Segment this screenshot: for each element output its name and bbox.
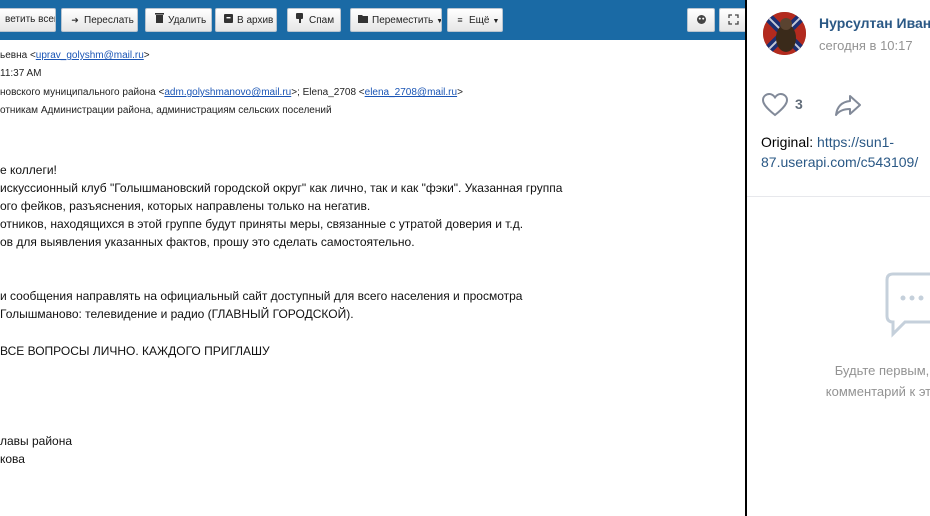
reply-all-label: ветить всем: [5, 14, 56, 25]
heart-icon: [761, 92, 789, 117]
forward-arrow-icon: ➜: [71, 15, 79, 25]
menu-lines-icon: ≡: [457, 15, 463, 25]
expand-button[interactable]: [719, 8, 745, 32]
post-time[interactable]: сегодня в 10:17: [819, 38, 913, 53]
avatar[interactable]: [763, 12, 806, 55]
mask-button[interactable]: [687, 8, 715, 32]
like-button[interactable]: [761, 92, 821, 118]
body-line: искуссионный клуб "Голышмановский городс…: [0, 181, 563, 195]
delete-label: Удалить: [168, 15, 207, 26]
mask-icon: [696, 14, 707, 25]
post-text: Original: https://sun1- 87.userapi.com/c…: [761, 132, 918, 172]
spam-button[interactable]: Спам: [287, 8, 341, 32]
mail-toolbar: ветить всем ➜ Переслать Удалить В архив С…: [0, 0, 745, 40]
archive-icon: [222, 9, 234, 31]
move-button[interactable]: Переместить▼: [350, 8, 442, 32]
original-link-continued[interactable]: 87.userapi.com/c543109/: [761, 152, 918, 172]
to-prefix: новского муниципального района <: [0, 87, 165, 98]
to-email-link-1[interactable]: adm.golyshmanovo@mail.ru: [164, 87, 291, 98]
forward-button[interactable]: ➜ Переслать: [61, 8, 138, 32]
empty-comments-line-1: Будьте первым,: [834, 363, 930, 378]
chevron-down-icon: ▼: [436, 18, 441, 25]
empty-comments-text: Будьте первым, комментарий к это: [747, 360, 930, 402]
body-line: ов для выявления указанных фактов, прошу…: [0, 235, 415, 249]
reply-all-button[interactable]: ветить всем: [0, 8, 56, 32]
folder-icon: [357, 9, 369, 31]
to-line: новского муниципального района <adm.goly…: [0, 87, 463, 98]
from-suffix: >: [143, 50, 150, 61]
body-line: кова: [0, 452, 25, 466]
subject-line: отникам Администрации района, администра…: [0, 105, 332, 116]
body-line: ВСЕ ВОПРОСЫ ЛИЧНО. КАЖДОГО ПРИГЛАШУ: [0, 344, 270, 358]
move-label: Переместить: [372, 15, 434, 26]
body-line: лавы района: [0, 434, 73, 448]
divider: [747, 196, 930, 197]
sent-time: 11:37 AM: [0, 68, 42, 79]
more-button[interactable]: ≡ Ещё ▼: [447, 8, 503, 32]
to-email-link-2[interactable]: elena_2708@mail.ru: [365, 87, 457, 98]
archive-label: В архив: [237, 15, 274, 26]
from-line: ьевна <uprav_golyshm@mail.ru>: [0, 50, 150, 61]
thumb-down-icon: [294, 9, 306, 31]
body-line: е коллеги!: [0, 163, 57, 177]
share-arrow-icon: [835, 95, 861, 116]
empty-comments-line-2: комментарий к это: [825, 384, 930, 399]
body-line: ого фейков, разъяснения, которых направл…: [0, 199, 371, 213]
trash-icon: [153, 9, 165, 31]
forward-label: Переслать: [84, 15, 134, 26]
expand-icon: [727, 14, 739, 25]
archive-button[interactable]: В архив: [215, 8, 277, 32]
to-suffix: >: [457, 87, 463, 98]
original-label: Original:: [761, 134, 818, 150]
body-line: отников, находящихся в этой группе будут…: [0, 217, 524, 231]
share-button[interactable]: [833, 92, 865, 118]
original-line-1: Original: https://sun1-: [761, 132, 918, 152]
like-count: 3: [795, 96, 803, 112]
vk-post-panel: Нурсултан Иван сегодня в 10:17 3 Origina…: [747, 0, 930, 516]
spam-label: Спам: [309, 15, 335, 26]
chevron-down-icon: ▼: [492, 18, 500, 25]
more-label: Ещё: [469, 15, 490, 26]
body-line: и сообщения направлять на официальный са…: [0, 289, 523, 303]
email-screenshot: ветить всем ➜ Переслать Удалить В архив С…: [0, 0, 745, 516]
post-author[interactable]: Нурсултан Иван: [819, 15, 930, 31]
original-link[interactable]: https://sun1-: [817, 134, 894, 150]
from-email-link[interactable]: uprav_golyshm@mail.ru: [36, 50, 144, 61]
body-line: Голышманово: телевидение и радио (ГЛАВНЫ…: [0, 307, 354, 321]
from-prefix: ьевна <: [0, 50, 36, 61]
to-middle: >; Elena_2708 <: [291, 87, 365, 98]
delete-button[interactable]: Удалить: [145, 8, 212, 32]
comment-bubble-icon: [883, 270, 930, 340]
